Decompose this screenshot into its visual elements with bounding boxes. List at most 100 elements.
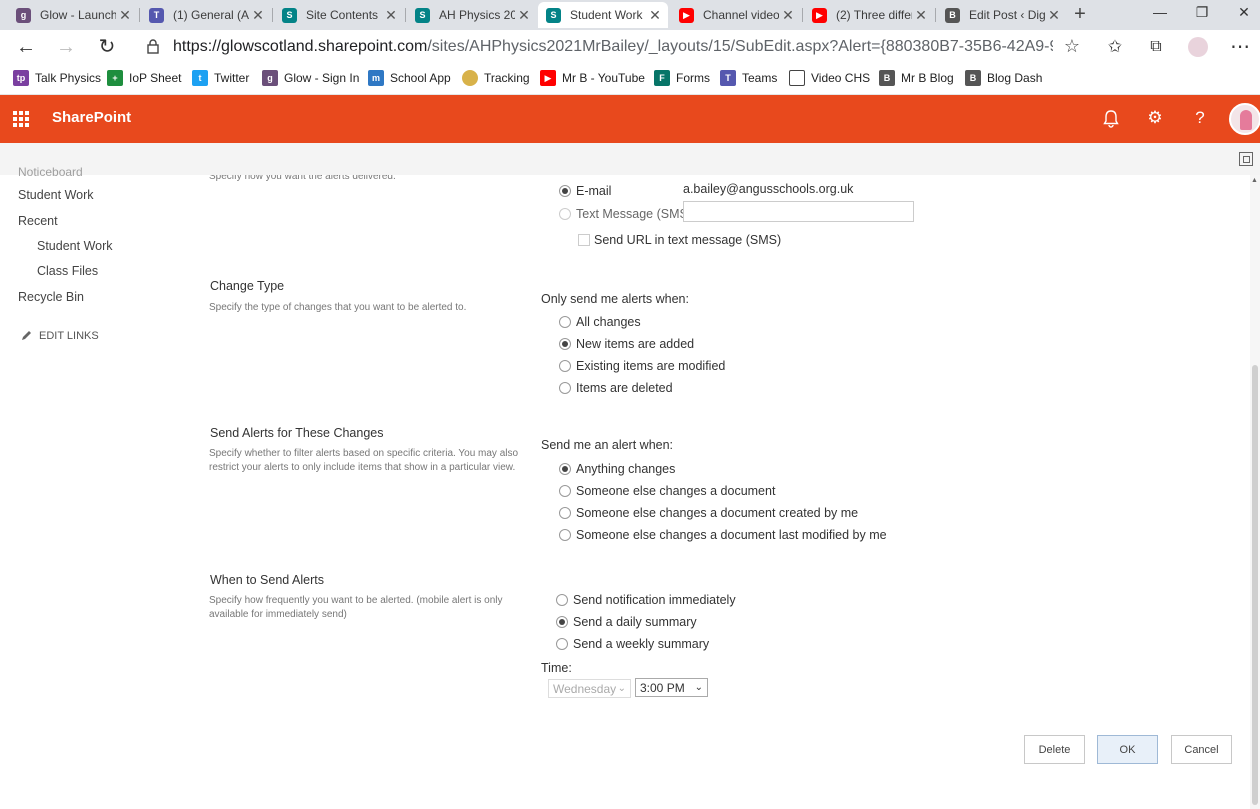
pencil-icon (22, 331, 31, 340)
tab-site-contents[interactable]: S Site Contents ✕ (274, 2, 404, 28)
sms-url-checkbox-option[interactable]: Send URL in text message (SMS) (578, 233, 781, 247)
bookmark-tracking[interactable]: Tracking (462, 70, 530, 86)
page-scrollbar[interactable]: ▲ (1250, 175, 1260, 809)
change-type-option-added[interactable]: New items are added (559, 337, 694, 351)
back-icon[interactable]: ← (14, 35, 38, 59)
time-select[interactable]: 3:00 PM ⌄ (635, 678, 708, 697)
radio-button[interactable] (556, 594, 568, 606)
tab-title: (1) General (AH (173, 8, 249, 22)
bell-icon[interactable] (1100, 108, 1122, 130)
focus-mode-icon[interactable] (1239, 152, 1253, 166)
close-icon[interactable]: ✕ (249, 7, 267, 24)
time-select-value: 3:00 PM (640, 680, 685, 695)
sharepoint-brand[interactable]: SharePoint (52, 109, 131, 126)
sms-label: Text Message (SMS) (576, 207, 693, 221)
filter-option-someone-else[interactable]: Someone else changes a document (559, 484, 775, 498)
tab-edit-post[interactable]: B Edit Post ‹ Dig ✕ (937, 2, 1067, 28)
radio-button[interactable] (559, 382, 571, 394)
edit-links-button[interactable]: EDIT LINKS (20, 329, 99, 342)
radio-button[interactable] (559, 485, 571, 497)
change-type-option-modified[interactable]: Existing items are modified (559, 359, 725, 373)
gear-icon[interactable]: ⚙ (1144, 108, 1166, 130)
scroll-up-icon[interactable]: ▲ (1251, 177, 1258, 184)
when-option-weekly[interactable]: Send a weekly summary (556, 637, 709, 651)
sms-number-field[interactable] (683, 201, 914, 222)
ok-button[interactable]: OK (1097, 735, 1158, 764)
nav-item-recent-student-work[interactable]: Student Work (37, 239, 113, 253)
scrollbar-thumb[interactable] (1252, 365, 1258, 805)
left-navigation: Noticeboard Student Work Recent Student … (0, 165, 190, 809)
tab-ah-physics[interactable]: S AH Physics 20 ✕ (407, 2, 537, 28)
radio-button[interactable] (559, 316, 571, 328)
radio-button[interactable] (559, 529, 571, 541)
close-window-icon[interactable]: ✕ (1234, 4, 1254, 21)
profile-icon[interactable] (1186, 35, 1210, 59)
help-icon[interactable]: ? (1189, 108, 1211, 130)
delete-button[interactable]: Delete (1024, 735, 1085, 764)
more-icon[interactable]: ⋯ (1228, 35, 1252, 59)
tab-glow-launch[interactable]: g Glow - Launch ✕ (8, 2, 138, 28)
nav-item-class-files[interactable]: Class Files (37, 264, 98, 278)
app-launcher-icon[interactable] (13, 111, 29, 127)
close-icon[interactable]: ✕ (515, 7, 533, 24)
bookmark-blog-dash[interactable]: B Blog Dash (965, 70, 1042, 86)
nav-item-partial[interactable]: Noticeboard (18, 165, 83, 179)
radio-button[interactable] (556, 616, 568, 628)
change-type-option-deleted[interactable]: Items are deleted (559, 381, 673, 395)
url-field[interactable]: https://glowscotland.sharepoint.com/site… (137, 32, 1090, 62)
when-option-immediately[interactable]: Send notification immediately (556, 593, 736, 607)
favorite-star-icon[interactable]: ☆ (1064, 36, 1080, 57)
bookmark-teams[interactable]: T Teams (720, 70, 777, 86)
close-icon[interactable]: ✕ (382, 7, 400, 24)
teams-icon: T (720, 70, 736, 86)
filter-option-anything[interactable]: Anything changes (559, 462, 675, 476)
email-radio-option[interactable]: E-mail (559, 184, 611, 198)
refresh-icon[interactable]: ↻ (95, 35, 119, 59)
nav-item-recent[interactable]: Recent (18, 214, 58, 228)
day-select[interactable]: Wednesday ⌄ (548, 679, 631, 698)
bookmark-forms[interactable]: F Forms (654, 70, 710, 86)
bookmark-video-chs[interactable]: Video CHS (789, 70, 870, 86)
tab-channel-video[interactable]: ▶ Channel video ✕ (671, 2, 801, 28)
tab-teams-general[interactable]: T (1) General (AH ✕ (141, 2, 271, 28)
when-option-daily[interactable]: Send a daily summary (556, 615, 697, 629)
change-type-title: Change Type (210, 279, 285, 293)
collections-icon[interactable]: ⧉ (1144, 35, 1168, 59)
cancel-button[interactable]: Cancel (1171, 735, 1232, 764)
nav-item-recycle-bin[interactable]: Recycle Bin (18, 290, 84, 304)
change-type-option-all[interactable]: All changes (559, 315, 641, 329)
tab-separator (935, 8, 936, 22)
restore-icon[interactable]: ❐ (1192, 4, 1212, 21)
bookmark-mr-b-youtube[interactable]: ▶ Mr B - YouTube (540, 70, 645, 86)
filter-option-modified-by-me[interactable]: Someone else changes a document last mod… (559, 528, 887, 542)
avatar[interactable] (1229, 103, 1260, 135)
close-icon[interactable]: ✕ (646, 7, 664, 24)
radio-button[interactable] (559, 185, 571, 197)
close-icon[interactable]: ✕ (912, 7, 930, 24)
radio-button[interactable] (559, 360, 571, 372)
new-tab-icon[interactable]: + (1070, 3, 1090, 26)
minimize-icon[interactable]: — (1150, 4, 1170, 20)
checkbox[interactable] (578, 234, 590, 246)
radio-button[interactable] (559, 338, 571, 350)
nav-item-student-work[interactable]: Student Work (18, 188, 94, 202)
filter-option-created-by-me[interactable]: Someone else changes a document created … (559, 506, 858, 520)
tab-three-different[interactable]: ▶ (2) Three differ ✕ (804, 2, 934, 28)
bookmark-talk-physics[interactable]: tp Talk Physics (13, 70, 101, 86)
close-icon[interactable]: ✕ (1045, 7, 1063, 24)
radio-button[interactable] (559, 208, 571, 220)
radio-button[interactable] (556, 638, 568, 650)
tab-student-work[interactable]: S Student Work ✕ (538, 2, 668, 28)
forward-icon[interactable]: → (54, 35, 78, 59)
bookmark-glow-sign-in[interactable]: g Glow - Sign In (262, 70, 359, 86)
radio-button[interactable] (559, 507, 571, 519)
radio-button[interactable] (559, 463, 571, 475)
close-icon[interactable]: ✕ (779, 7, 797, 24)
bookmark-twitter[interactable]: t Twitter (192, 70, 249, 86)
close-icon[interactable]: ✕ (116, 7, 134, 24)
bookmark-school-app[interactable]: m School App (368, 70, 451, 86)
sms-radio-option[interactable]: Text Message (SMS) (559, 207, 692, 221)
bookmark-iop-sheet[interactable]: + IoP Sheet (107, 70, 182, 86)
favorites-icon[interactable]: ✩ (1103, 35, 1127, 59)
bookmark-mr-b-blog[interactable]: B Mr B Blog (879, 70, 954, 86)
